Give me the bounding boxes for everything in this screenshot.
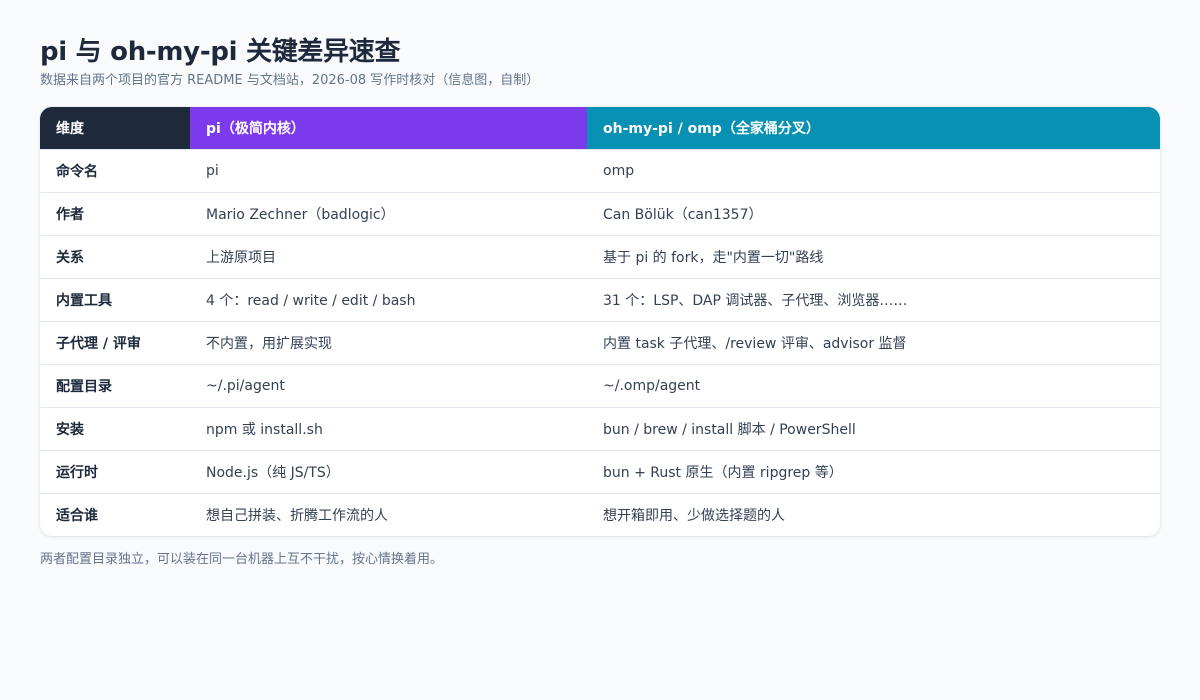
page: pi 与 oh-my-pi 关键差异速查 数据来自两个项目的官方 README … [0, 0, 1200, 700]
comparison-table-card: 维度 pi（极简内核） oh-my-pi / omp（全家桶分叉） 命令名 pi… [40, 107, 1160, 536]
row-pi-value: ~/.pi/agent [190, 364, 587, 408]
header-pi: pi（极简内核） [190, 107, 587, 150]
row-dimension: 子代理 / 评审 [40, 321, 190, 365]
table-row: 关系 上游原项目 基于 pi 的 fork，走"内置一切"路线 [40, 235, 1160, 279]
table-row: 命令名 pi omp [40, 149, 1160, 193]
row-pi-value: Node.js（纯 JS/TS） [190, 450, 587, 494]
row-dimension: 配置目录 [40, 364, 190, 408]
row-pi-value: 不内置，用扩展实现 [190, 321, 587, 365]
row-dimension: 内置工具 [40, 278, 190, 322]
row-omp-value: 31 个：LSP、DAP 调试器、子代理、浏览器…… [587, 278, 1160, 322]
table-row: 运行时 Node.js（纯 JS/TS） bun + Rust 原生（内置 ri… [40, 450, 1160, 494]
row-dimension: 关系 [40, 235, 190, 279]
row-omp-value: ~/.omp/agent [587, 364, 1160, 408]
row-dimension: 适合谁 [40, 493, 190, 536]
page-title: pi 与 oh-my-pi 关键差异速查 [40, 37, 401, 67]
table-header-row: 维度 pi（极简内核） oh-my-pi / omp（全家桶分叉） [40, 107, 1160, 150]
row-dimension: 安装 [40, 407, 190, 451]
row-omp-value: bun / brew / install 脚本 / PowerShell [587, 407, 1160, 451]
row-omp-value: 内置 task 子代理、/review 评审、advisor 监督 [587, 321, 1160, 365]
row-pi-value: npm 或 install.sh [190, 407, 587, 451]
row-dimension: 运行时 [40, 450, 190, 494]
table-row: 安装 npm 或 install.sh bun / brew / install… [40, 407, 1160, 451]
row-pi-value: 想自己拼装、折腾工作流的人 [190, 493, 587, 536]
row-omp-value: 想开箱即用、少做选择题的人 [587, 493, 1160, 536]
row-dimension: 命令名 [40, 149, 190, 193]
table-row: 子代理 / 评审 不内置，用扩展实现 内置 task 子代理、/review 评… [40, 321, 1160, 365]
row-omp-value: omp [587, 149, 1160, 193]
row-omp-value: 基于 pi 的 fork，走"内置一切"路线 [587, 235, 1160, 279]
comparison-table: 维度 pi（极简内核） oh-my-pi / omp（全家桶分叉） 命令名 pi… [40, 107, 1160, 536]
table-row: 适合谁 想自己拼装、折腾工作流的人 想开箱即用、少做选择题的人 [40, 493, 1160, 536]
row-pi-value: 4 个：read / write / edit / bash [190, 278, 587, 322]
row-pi-value: Mario Zechner（badlogic） [190, 192, 587, 236]
footnote: 两者配置目录独立，可以装在同一台机器上互不干扰，按心情换着用。 [40, 552, 444, 567]
row-dimension: 作者 [40, 192, 190, 236]
header-omp: oh-my-pi / omp（全家桶分叉） [587, 107, 1160, 150]
row-omp-value: bun + Rust 原生（内置 ripgrep 等） [587, 450, 1160, 494]
table-row: 作者 Mario Zechner（badlogic） Can Bölük（can… [40, 192, 1160, 236]
row-pi-value: 上游原项目 [190, 235, 587, 279]
header-dimension: 维度 [40, 107, 190, 150]
page-subtitle: 数据来自两个项目的官方 README 与文档站，2026-08 写作时核对（信息… [40, 73, 540, 88]
table-row: 配置目录 ~/.pi/agent ~/.omp/agent [40, 364, 1160, 408]
row-pi-value: pi [190, 149, 587, 193]
table-row: 内置工具 4 个：read / write / edit / bash 31 个… [40, 278, 1160, 322]
row-omp-value: Can Bölük（can1357） [587, 192, 1160, 236]
